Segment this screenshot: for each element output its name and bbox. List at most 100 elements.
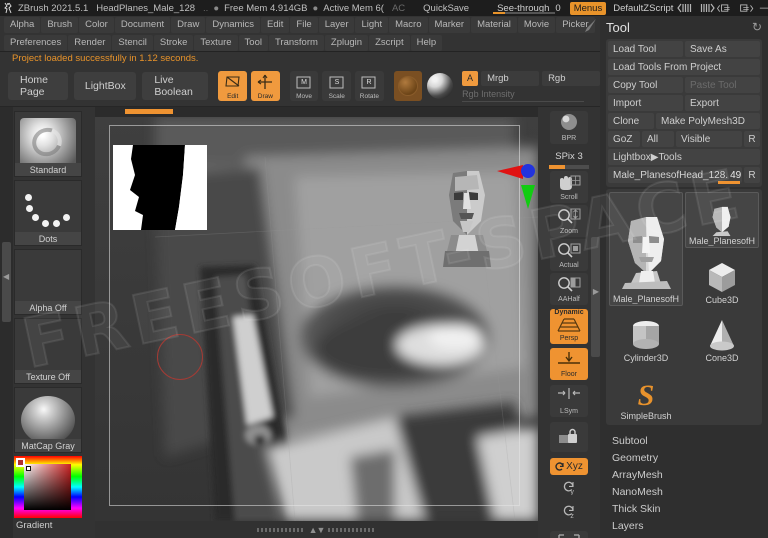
load-tool-button[interactable]: Load Tool — [608, 41, 683, 57]
make-polymesh3d-button[interactable]: Make PolyMesh3D — [656, 113, 760, 129]
prev-arrows-icon[interactable] — [677, 1, 695, 15]
color-sv-marker[interactable] — [26, 466, 31, 471]
menu-item-zscript[interactable]: Zscript — [369, 35, 410, 51]
material-preview-button[interactable] — [425, 71, 454, 101]
tool-thumb-cylinder3d[interactable]: Cylinder3D — [609, 308, 683, 364]
brush-slot-standard[interactable]: Standard — [14, 111, 82, 177]
default-zscript-label[interactable]: DefaultZScript — [609, 3, 677, 14]
menu-item-file[interactable]: File — [290, 17, 318, 33]
rgb-button[interactable]: Rgb — [542, 70, 601, 86]
menu-item-dynamics[interactable]: Dynamics — [206, 17, 261, 33]
menu-item-zplugin[interactable]: Zplugin — [324, 35, 369, 51]
tool-thumb-male-planesofhead-small[interactable]: Male_PlanesofH — [685, 192, 759, 248]
live-boolean-button[interactable]: Live Boolean — [142, 72, 209, 100]
menu-item-help[interactable]: Help — [410, 35, 443, 51]
rgb-intensity-slider[interactable]: Rgb Intensity — [462, 88, 585, 102]
spix-slider[interactable]: SPix 3 — [547, 146, 591, 169]
right-shelf-scroll-handle[interactable] — [591, 237, 600, 357]
rotate-mode-button[interactable]: R Rotate — [355, 71, 384, 101]
left-shelf-scroll-handle[interactable] — [2, 242, 11, 322]
redo-history-icon[interactable] — [737, 1, 755, 15]
frame-button[interactable]: Frame — [550, 531, 588, 538]
perspective-button[interactable]: Dynamic Persp — [550, 309, 588, 344]
tool-thumb-cube3d[interactable]: Cube3D — [685, 250, 759, 306]
minimize-icon[interactable]: — — [757, 1, 768, 15]
subpalette-geometry[interactable]: Geometry — [612, 450, 768, 467]
zoom-button[interactable]: Zoom — [550, 205, 588, 237]
left-shelf-rail[interactable]: ◀ — [0, 107, 13, 538]
canvas-scroll-left-strip[interactable] — [256, 527, 305, 532]
menu-item-light[interactable]: Light — [355, 17, 389, 33]
spix-slider-track[interactable] — [549, 165, 589, 169]
canvas-scroll-arrows-icon[interactable]: ▲▼ — [309, 525, 326, 535]
load-tools-from-project-button[interactable]: Load Tools From Project — [608, 59, 760, 75]
subpalette-layers[interactable]: Layers — [612, 518, 768, 535]
scroll-button[interactable]: Scroll — [550, 171, 588, 203]
stroke-slot-dots[interactable]: Dots — [14, 180, 82, 246]
menu-item-transform[interactable]: Transform — [268, 35, 324, 51]
menu-item-draw[interactable]: Draw — [171, 17, 206, 33]
goz-button[interactable]: GoZ — [608, 131, 640, 147]
material-swatch-button[interactable] — [393, 71, 423, 101]
menu-item-alpha[interactable]: Alpha — [4, 17, 41, 33]
current-tool-slider[interactable] — [718, 181, 740, 184]
import-button[interactable]: Import — [608, 95, 683, 111]
menu-item-brush[interactable]: Brush — [41, 17, 79, 33]
alpha-channel-button[interactable]: A — [462, 70, 479, 86]
home-page-button[interactable]: Home Page — [8, 72, 69, 100]
save-as-button[interactable]: Save As — [685, 41, 760, 57]
alpha-slot-off[interactable]: Alpha Off — [14, 249, 82, 315]
canvas-area[interactable]: ▲▼ — [95, 107, 538, 538]
clone-button[interactable]: Clone — [608, 113, 654, 129]
edit-mode-button[interactable]: Edit — [218, 71, 248, 101]
menu-item-movie[interactable]: Movie — [517, 17, 556, 33]
move-mode-button[interactable]: M Move — [289, 71, 319, 101]
rotate-y-button[interactable]: y — [550, 478, 588, 499]
mrgb-button[interactable]: Mrgb — [481, 70, 540, 86]
canvas-scroll-right-strip[interactable] — [328, 527, 377, 532]
next-arrows-icon[interactable] — [697, 1, 716, 15]
subpalette-nanomesh[interactable]: NanoMesh — [612, 484, 768, 501]
bpr-render-button[interactable]: BPR — [550, 111, 588, 144]
menu-item-stroke[interactable]: Stroke — [153, 35, 194, 51]
see-through-slider[interactable]: See-through 0 — [491, 3, 567, 14]
color-picker[interactable]: Gradient — [14, 456, 82, 531]
menu-item-render[interactable]: Render — [68, 35, 112, 51]
transparency-lock-button[interactable] — [550, 422, 588, 452]
current-tool-r-button[interactable]: R — [744, 167, 760, 183]
lightbox-tools-button[interactable]: Lightbox▶Tools — [608, 149, 760, 165]
undo-history-icon[interactable] — [717, 1, 735, 15]
lightbox-button[interactable]: LightBox — [74, 72, 137, 100]
menu-item-material[interactable]: Material — [471, 17, 517, 33]
material-slot-matcap-gray[interactable]: MatCap Gray — [14, 387, 82, 453]
subpalette-subtool[interactable]: Subtool — [612, 433, 768, 450]
menu-item-stencil[interactable]: Stencil — [112, 35, 153, 51]
subpalette-arraymesh[interactable]: ArrayMesh — [612, 467, 768, 484]
canvas-scrollbar[interactable]: ▲▼ — [95, 521, 538, 538]
reload-icon[interactable]: ↻ — [752, 20, 762, 34]
goz-all-button[interactable]: All — [642, 131, 674, 147]
color-wheel-icon[interactable] — [14, 456, 82, 518]
menu-item-layer[interactable]: Layer — [318, 17, 355, 33]
sculpt-viewport[interactable] — [95, 117, 538, 521]
tool-thumb-cone3d[interactable]: Cone3D — [685, 308, 759, 364]
tool-thumb-male-planesofhead-large[interactable]: Male_PlanesofH — [609, 192, 683, 306]
scale-mode-button[interactable]: S Scale — [322, 71, 352, 101]
menus-button[interactable]: Menus — [569, 1, 607, 15]
model-preview-gizmo[interactable] — [435, 155, 538, 270]
menu-item-document[interactable]: Document — [114, 17, 171, 33]
right-shelf-collapse-arrow-icon[interactable]: ▶ — [593, 287, 599, 296]
menu-item-tool[interactable]: Tool — [238, 35, 268, 51]
subpalette-thick-skin[interactable]: Thick Skin — [612, 501, 768, 518]
menu-item-marker[interactable]: Marker — [428, 17, 471, 33]
actual-size-button[interactable]: Actual — [550, 239, 588, 271]
menu-item-preferences[interactable]: Preferences — [4, 35, 68, 51]
menu-item-edit[interactable]: Edit — [261, 17, 290, 33]
left-shelf-collapse-arrow-icon[interactable]: ◀ — [3, 272, 9, 281]
color-sv-field[interactable] — [24, 464, 71, 510]
menu-item-color[interactable]: Color — [79, 17, 114, 33]
xyz-rotate-button[interactable]: Xyz — [550, 458, 588, 475]
goz-r-button[interactable]: R — [744, 131, 760, 147]
draw-mode-button[interactable]: Draw — [251, 71, 280, 101]
floor-button[interactable]: Floor — [550, 348, 588, 380]
